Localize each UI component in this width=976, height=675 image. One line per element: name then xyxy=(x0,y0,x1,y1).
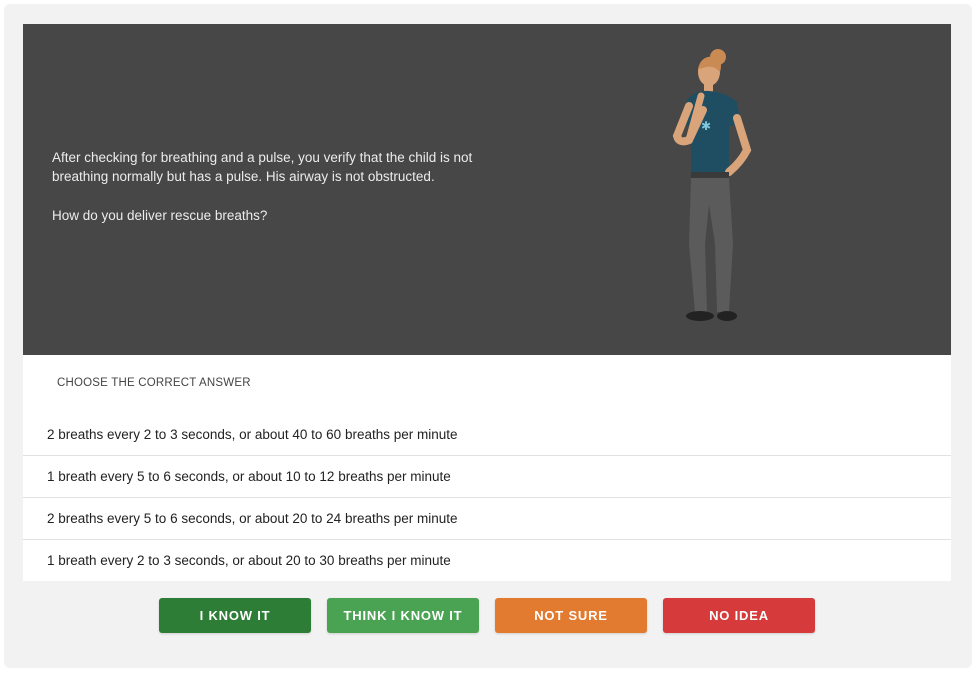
answer-option-3[interactable]: 2 breaths every 5 to 6 seconds, or about… xyxy=(23,497,951,538)
answer-prompt: CHOOSE THE CORRECT ANSWER xyxy=(57,377,251,389)
answer-panel: CHOOSE THE CORRECT ANSWER 2 breaths ever… xyxy=(23,355,951,581)
rescuer-illustration: ✱ xyxy=(672,49,752,321)
scenario-text-block: After checking for breathing and a pulse… xyxy=(52,148,502,245)
no-idea-button[interactable]: NO IDEA xyxy=(663,598,815,633)
scenario-description: After checking for breathing and a pulse… xyxy=(52,150,473,184)
answer-option-4[interactable]: 1 breath every 2 to 3 seconds, or about … xyxy=(23,539,951,580)
answer-option-1[interactable]: 2 breaths every 2 to 3 seconds, or about… xyxy=(23,414,951,455)
svg-text:✱: ✱ xyxy=(701,119,711,133)
scenario-question: How do you deliver rescue breaths? xyxy=(52,208,268,223)
quiz-card: After checking for breathing and a pulse… xyxy=(4,4,972,668)
not-sure-button[interactable]: NOT SURE xyxy=(495,598,647,633)
i-know-it-button[interactable]: I KNOW IT xyxy=(159,598,311,633)
scenario-panel: After checking for breathing and a pulse… xyxy=(23,24,951,355)
answer-option-2[interactable]: 1 breath every 5 to 6 seconds, or about … xyxy=(23,455,951,496)
think-i-know-it-button[interactable]: THINK I KNOW IT xyxy=(327,598,479,633)
